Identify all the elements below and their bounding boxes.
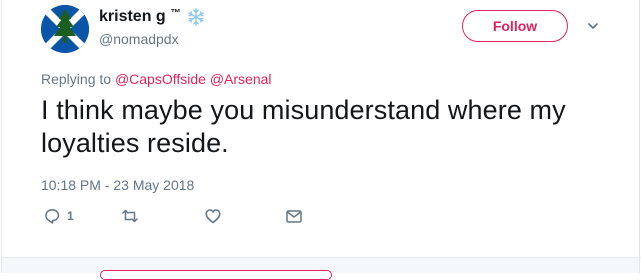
mention-arsenal[interactable]: @Arsenal: [210, 71, 272, 87]
mention-capsoffside[interactable]: @CapsOffside: [115, 71, 206, 87]
flag-icon: [41, 5, 89, 53]
reply-count: 1: [67, 209, 74, 223]
reply-button[interactable]: 1: [43, 205, 74, 227]
right-border: [639, 0, 640, 273]
reply-icon: [45, 209, 60, 224]
follow-button[interactable]: Follow: [462, 10, 568, 42]
message-icon: [286, 210, 302, 223]
tweet-card: kristen g ™ @nomadpdx Follow Replying to…: [0, 0, 641, 280]
avatar[interactable]: [41, 5, 89, 53]
retweet-button[interactable]: [121, 205, 139, 227]
timestamp[interactable]: 10:18 PM - 23 May 2018: [41, 177, 194, 193]
retweet-icon: [122, 209, 138, 223]
like-button[interactable]: [204, 205, 222, 227]
like-icon: [205, 209, 221, 224]
display-name[interactable]: kristen g: [99, 8, 166, 26]
reply-context: Replying to @CapsOffside @Arsenal: [41, 71, 272, 87]
snowflake-icon: [187, 8, 204, 26]
tweet-text: I think maybe you misunderstand where my…: [41, 95, 566, 158]
chevron-down-icon[interactable]: [587, 20, 599, 32]
user-handle[interactable]: @nomadpdx: [99, 31, 179, 47]
left-border: [1, 0, 2, 273]
reply-box-edge[interactable]: [100, 270, 332, 280]
name-row: kristen g ™: [99, 8, 205, 26]
direct-message-button[interactable]: [285, 205, 303, 227]
trademark-symbol: ™: [170, 7, 181, 19]
reply-prefix: Replying to: [41, 71, 112, 87]
